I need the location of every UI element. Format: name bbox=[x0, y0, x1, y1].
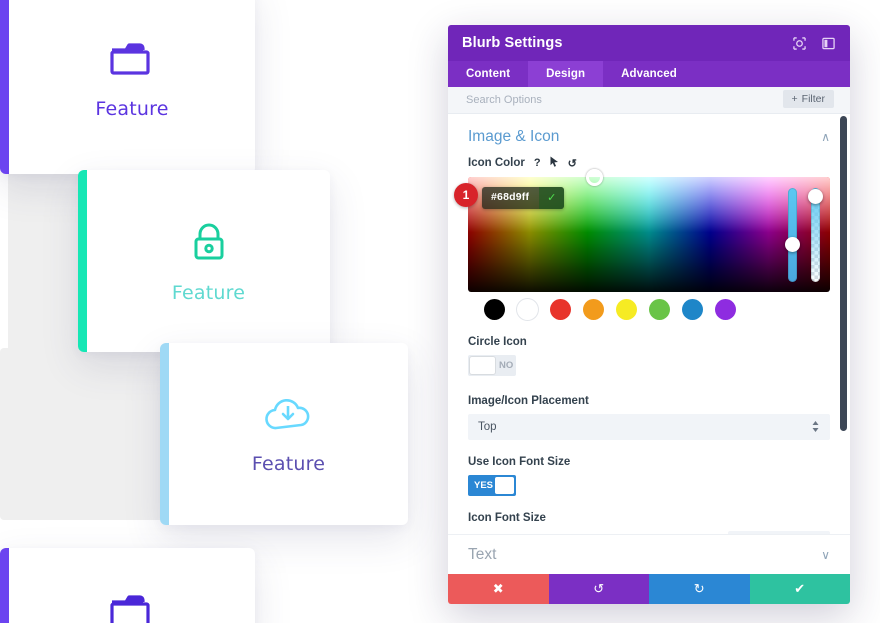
icon-color-field: Icon Color ? ↺ bbox=[448, 156, 850, 170]
feature-card-lock[interactable]: Feature bbox=[78, 170, 330, 352]
circle-icon-field: Circle Icon NO bbox=[448, 336, 850, 379]
reset-icon[interactable]: ↺ bbox=[568, 157, 577, 170]
layout-toggle-icon[interactable] bbox=[821, 36, 836, 51]
swatch-blue[interactable] bbox=[682, 298, 703, 320]
panel-tabs: Content Design Advanced bbox=[448, 61, 850, 87]
cloud-download-icon bbox=[263, 394, 315, 439]
lock-icon bbox=[189, 219, 229, 268]
blurb-settings-panel: Blurb Settings Content Design Advanced S… bbox=[448, 25, 850, 604]
icon-font-size-field: Icon Font Size 54px bbox=[448, 512, 850, 534]
color-picker[interactable]: 1 #68d9ff ✓ bbox=[454, 169, 830, 320]
cursor-pick-icon[interactable] bbox=[550, 156, 559, 170]
toggle-knob bbox=[470, 357, 495, 374]
use-icon-font-size-field: Use Icon Font Size YES bbox=[448, 456, 850, 496]
icon-font-size-input[interactable]: 54px bbox=[728, 531, 830, 534]
section-text-title: Text bbox=[468, 545, 497, 563]
help-icon[interactable]: ? bbox=[534, 157, 541, 169]
color-swatch-row bbox=[468, 292, 830, 320]
icon-font-size-row: 54px bbox=[468, 531, 830, 534]
color-picker-cursor[interactable] bbox=[586, 169, 603, 186]
card-accent-bar bbox=[78, 170, 87, 352]
panel-scroll-area: Image & Icon ∧ Icon Color ? ↺ 1 #68d9ff … bbox=[448, 114, 850, 534]
use-icon-font-size-toggle-value: YES bbox=[474, 480, 494, 491]
filter-button[interactable]: + Filter bbox=[782, 90, 834, 108]
tab-advanced[interactable]: Advanced bbox=[603, 61, 695, 87]
placement-select[interactable]: Top bbox=[468, 414, 830, 440]
placement-label: Image/Icon Placement bbox=[468, 395, 589, 407]
section-text-header[interactable]: Text ∨ bbox=[448, 534, 850, 574]
hex-value-input[interactable]: #68d9ff bbox=[482, 187, 539, 209]
section-title: Image & Icon bbox=[468, 128, 560, 145]
feature-card-label: Feature bbox=[251, 452, 326, 475]
card-accent-bar bbox=[0, 0, 9, 174]
folder-icon bbox=[109, 39, 155, 84]
panel-scrollbar[interactable] bbox=[840, 116, 847, 431]
feature-card-label: Feature bbox=[171, 281, 246, 304]
screenshot-root: Feature Feature Feature Blurb Settings C… bbox=[0, 0, 880, 623]
panel-header: Blurb Settings bbox=[448, 25, 850, 61]
section-image-and-icon-header[interactable]: Image & Icon ∧ bbox=[448, 114, 850, 156]
undo-button[interactable]: ↺ bbox=[548, 574, 649, 604]
filter-button-label: Filter bbox=[801, 93, 825, 105]
chevron-down-icon[interactable]: ∨ bbox=[821, 548, 830, 562]
tab-content[interactable]: Content bbox=[448, 61, 528, 87]
panel-title: Blurb Settings bbox=[462, 35, 563, 51]
cancel-button[interactable]: ✖ bbox=[448, 574, 549, 604]
feature-card-cloud[interactable]: Feature bbox=[160, 343, 408, 525]
panel-action-bar: ✖ ↺ ↻ ✔ bbox=[448, 574, 850, 604]
plus-icon: + bbox=[791, 93, 798, 105]
feature-card-label: Feature bbox=[95, 97, 169, 120]
icon-color-label: Icon Color bbox=[468, 157, 525, 169]
swatch-orange[interactable] bbox=[583, 298, 604, 320]
feature-card-folder-top[interactable]: Feature bbox=[0, 0, 255, 174]
icon-color-label-row: Icon Color ? ↺ bbox=[468, 156, 830, 170]
card-accent-bar bbox=[0, 548, 9, 623]
hex-value-chip[interactable]: #68d9ff ✓ bbox=[482, 187, 565, 209]
color-picker-gradient[interactable]: #68d9ff ✓ bbox=[468, 169, 830, 292]
card-accent-bar bbox=[160, 343, 169, 525]
use-icon-font-size-toggle[interactable]: YES bbox=[468, 475, 516, 496]
search-options-bar[interactable]: Search Options + Filter bbox=[448, 87, 850, 114]
swatch-black[interactable] bbox=[484, 298, 505, 320]
target-icon[interactable] bbox=[792, 36, 807, 51]
redo-button[interactable]: ↻ bbox=[649, 574, 750, 604]
feature-card-folder-bottom[interactable] bbox=[0, 548, 255, 623]
circle-icon-label: Circle Icon bbox=[468, 336, 527, 348]
icon-font-size-label: Icon Font Size bbox=[468, 512, 546, 524]
step-badge-1: 1 bbox=[454, 183, 478, 207]
circle-icon-toggle[interactable]: NO bbox=[468, 355, 516, 376]
circle-icon-toggle-value: NO bbox=[499, 360, 514, 371]
toggle-knob bbox=[495, 477, 514, 494]
chevron-up-icon[interactable]: ∧ bbox=[821, 130, 830, 144]
placement-field: Image/Icon Placement Top bbox=[448, 395, 850, 440]
confirm-color-icon[interactable]: ✓ bbox=[539, 187, 565, 209]
hue-slider-handle[interactable] bbox=[785, 237, 800, 252]
swatch-purple[interactable] bbox=[715, 298, 736, 320]
tab-design[interactable]: Design bbox=[528, 61, 604, 87]
search-input[interactable]: Search Options bbox=[466, 94, 542, 106]
swatch-yellow[interactable] bbox=[616, 298, 637, 320]
chevron-updown-icon bbox=[812, 420, 819, 434]
placement-select-value: Top bbox=[478, 421, 497, 433]
swatch-green[interactable] bbox=[649, 298, 670, 320]
alpha-slider-handle[interactable] bbox=[808, 189, 823, 204]
hue-slider[interactable] bbox=[788, 188, 797, 282]
folder-icon bbox=[109, 591, 155, 623]
swatch-white[interactable] bbox=[517, 298, 538, 320]
use-icon-font-size-label: Use Icon Font Size bbox=[468, 456, 571, 468]
save-button[interactable]: ✔ bbox=[749, 574, 850, 604]
swatch-red[interactable] bbox=[550, 298, 571, 320]
